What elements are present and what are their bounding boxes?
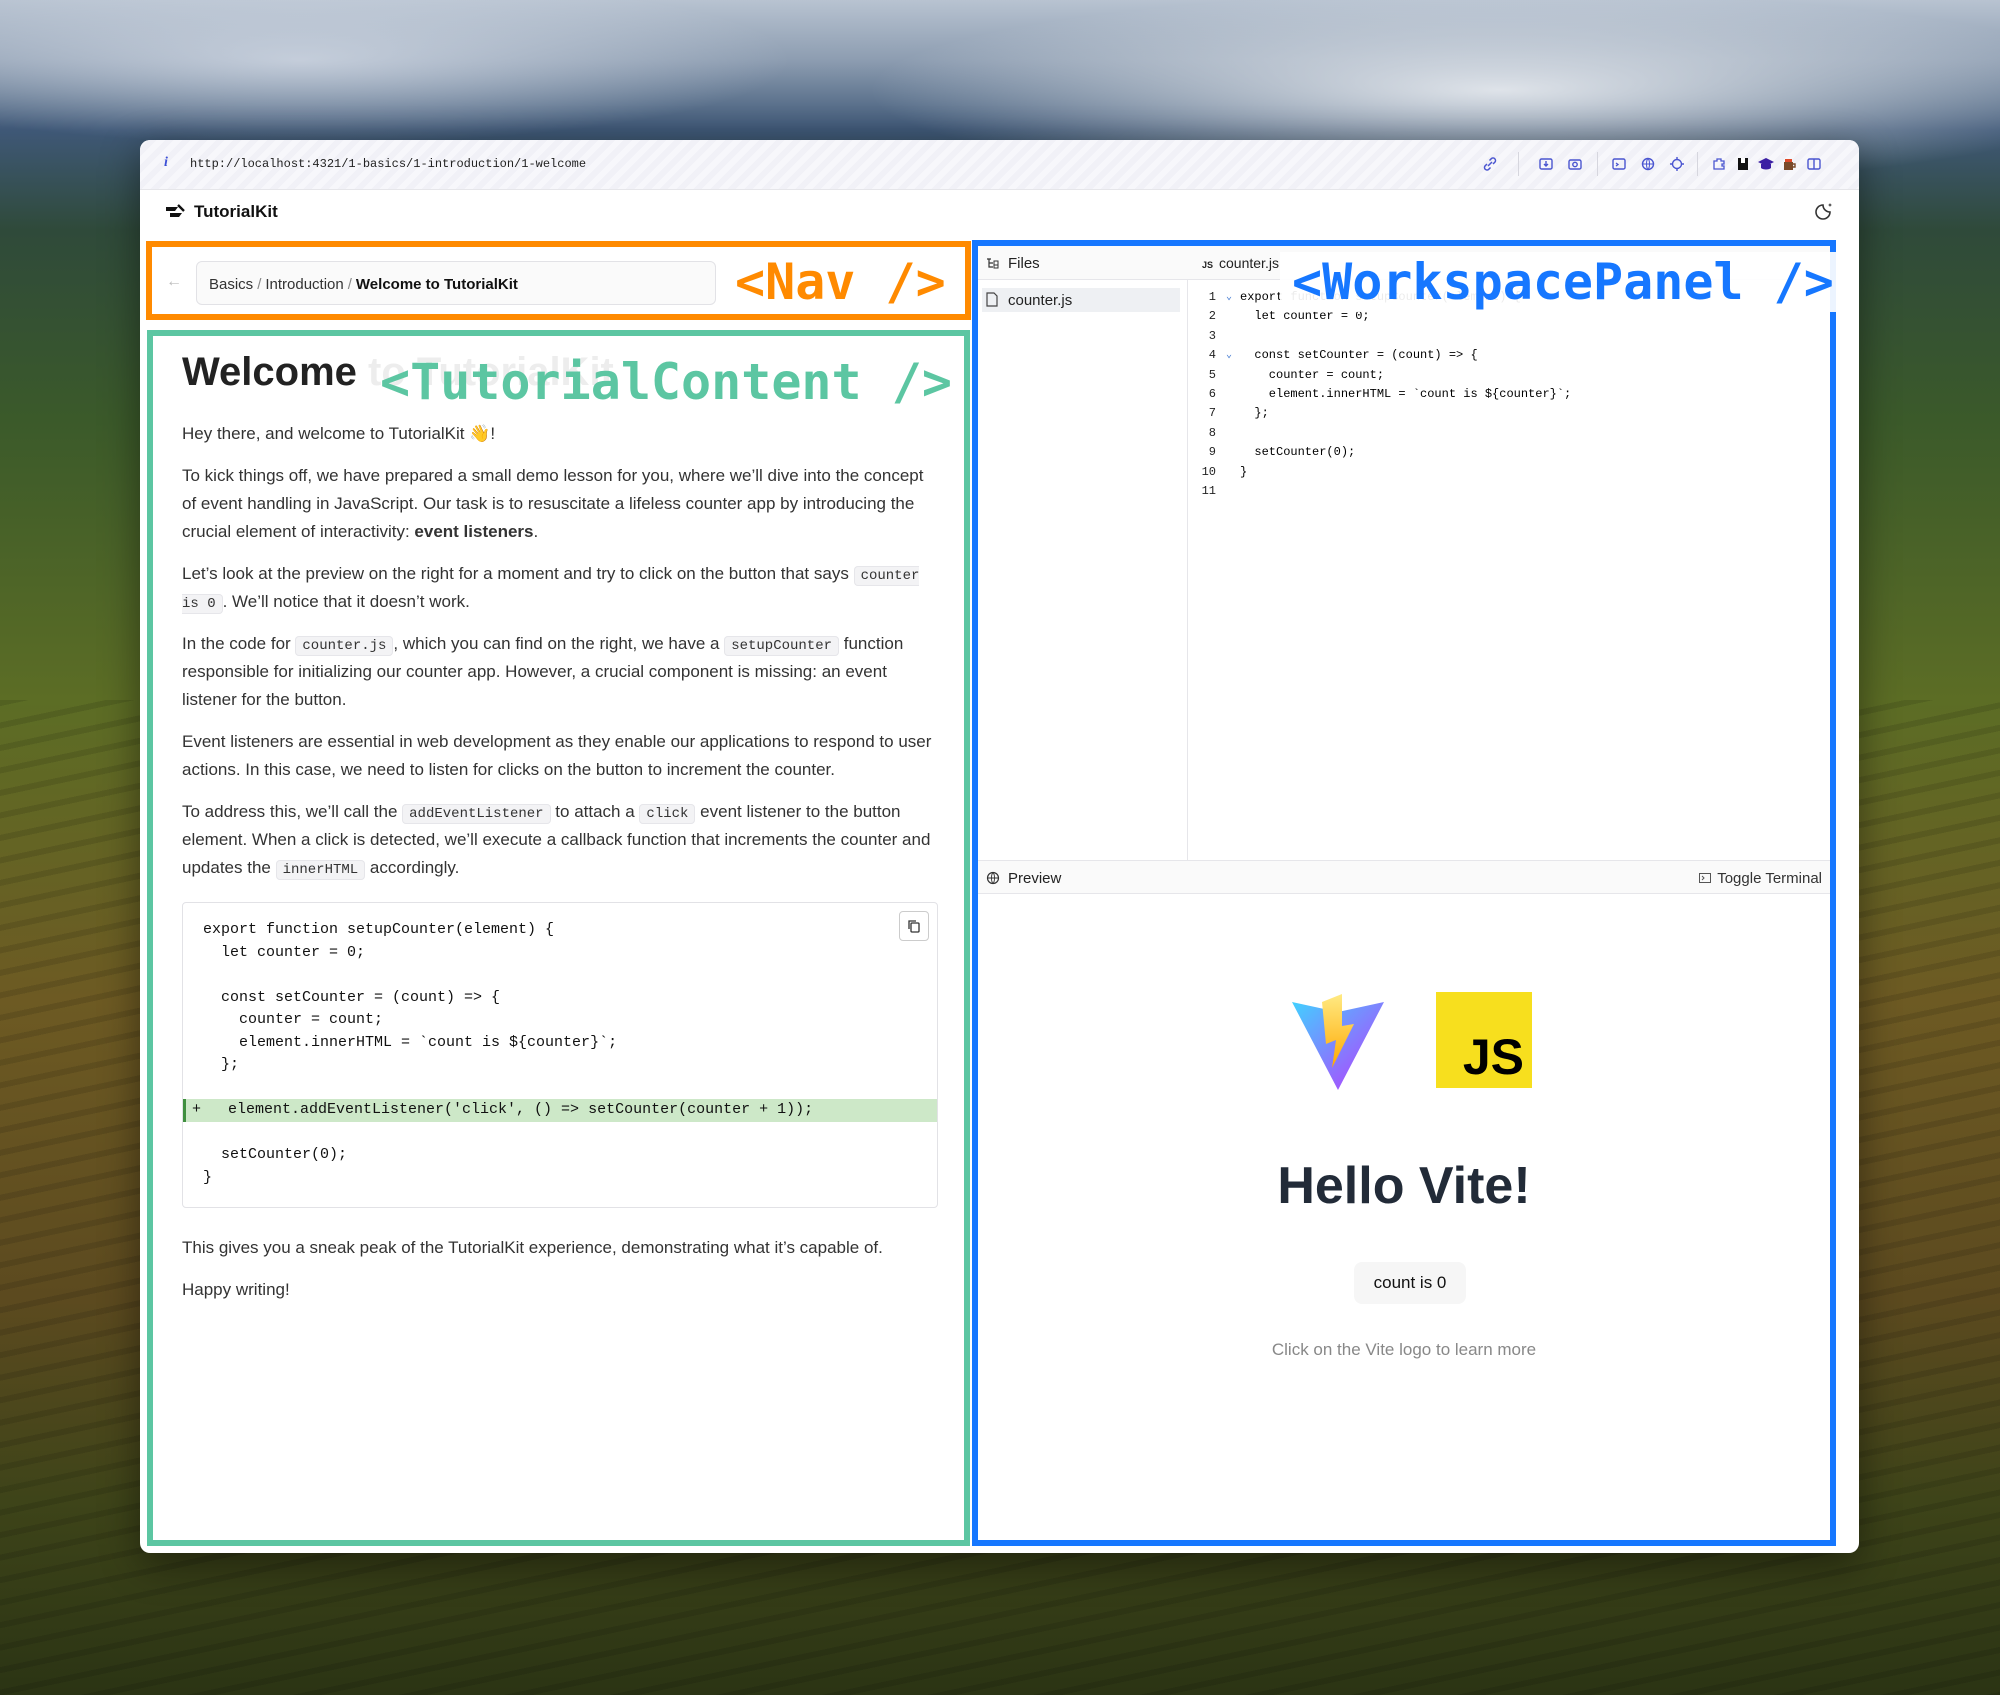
info-icon[interactable]: i	[164, 155, 168, 171]
tutorial-content-overlay-label: <TutorialContent />	[368, 352, 964, 412]
app-header: TutorialKit	[140, 190, 1859, 234]
app-logo[interactable]: TutorialKit	[164, 202, 278, 222]
coffee-icon[interactable]	[1780, 154, 1800, 174]
download-icon[interactable]	[1536, 154, 1556, 174]
extension-icon[interactable]	[1709, 154, 1729, 174]
terminal-icon[interactable]	[1609, 154, 1629, 174]
address-bar[interactable]: i http://localhost:4321/1-basics/1-intro…	[140, 140, 1859, 190]
globe-icon[interactable]	[1638, 154, 1658, 174]
link-icon[interactable]	[1480, 154, 1500, 174]
bookmark-icon[interactable]	[1733, 154, 1753, 174]
toolbar-separator	[1597, 152, 1598, 176]
theme-toggle-moon-icon[interactable]	[1815, 200, 1835, 225]
tutorialkit-logo-icon	[166, 204, 185, 217]
crosshair-icon[interactable]	[1667, 154, 1687, 174]
toolbar-separator	[1518, 152, 1519, 176]
workspace-panel-overlay-label: <WorkspacePanel />	[1280, 252, 1846, 312]
camera-icon[interactable]	[1565, 154, 1585, 174]
url-text[interactable]: http://localhost:4321/1-basics/1-introdu…	[190, 157, 586, 171]
browser-window: i http://localhost:4321/1-basics/1-intro…	[140, 140, 1859, 1553]
toolbar-separator	[1697, 152, 1698, 176]
app-title: TutorialKit	[194, 202, 278, 221]
sidebar-icon[interactable]	[1804, 154, 1824, 174]
nav-overlay-label: <Nav />	[723, 252, 958, 312]
workspace-panel-highlight-box	[972, 240, 1836, 1546]
graduation-cap-icon[interactable]	[1756, 154, 1776, 174]
tutorial-content-highlight-box	[147, 330, 970, 1546]
